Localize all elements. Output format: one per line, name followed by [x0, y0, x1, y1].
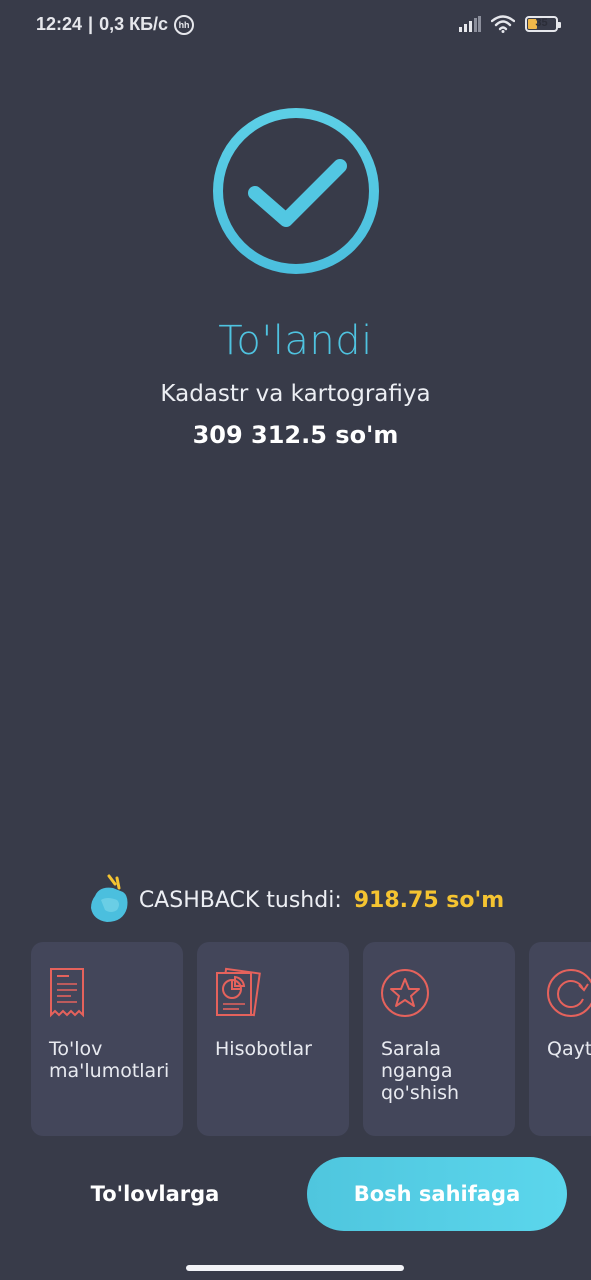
- reports-icon: [216, 967, 261, 1017]
- receipt-icon: [50, 968, 84, 1018]
- action-label-payment-details: To'lov ma'lumotlari: [49, 1038, 170, 1082]
- battery-level-text: 35: [535, 17, 548, 29]
- payment-status-title: To'landi: [218, 318, 373, 364]
- battery-cap: [558, 22, 561, 28]
- star-icon: [381, 969, 429, 1017]
- checkmark-circle-icon: [213, 108, 379, 274]
- status-network-speed: 0,3 КБ/с: [99, 14, 169, 34]
- merchant-name: Kadastr va kartografiya: [160, 381, 431, 407]
- status-left: 12:24 | 0,3 КБ/с hh: [36, 14, 195, 35]
- status-right: 35: [459, 15, 561, 33]
- action-card-reports[interactable]: Hisobotlar: [197, 942, 349, 1136]
- action-card-payment-details[interactable]: To'lov ma'lumotlari: [31, 942, 183, 1136]
- payment-success-screen: 12:24 | 0,3 КБ/с hh 35 To'landi Kadastr …: [0, 0, 591, 1280]
- wifi-icon: [491, 15, 515, 33]
- cashback-notice: CASHBACK tushdi: 918.75 so'm: [0, 872, 591, 928]
- cashback-value: 918.75 so'm: [353, 887, 505, 913]
- action-label-reports: Hisobotlar: [215, 1038, 312, 1060]
- signal-icon: [459, 16, 481, 32]
- status-time: 12:24: [36, 14, 83, 34]
- home-indicator[interactable]: [186, 1265, 404, 1271]
- action-label-repeat: Qayt: [547, 1038, 591, 1060]
- battery-icon: 35: [525, 16, 561, 32]
- action-label-add-favorite: Sarala nganga qo'shish: [381, 1038, 460, 1104]
- action-card-add-favorite[interactable]: Sarala nganga qo'shish: [363, 942, 515, 1136]
- cashback-wallet-icon: [90, 874, 128, 922]
- action-card-repeat[interactable]: Qayt: [529, 942, 591, 1136]
- payment-amount: 309 312.5 so'm: [192, 421, 399, 449]
- cashback-label: CASHBACK tushdi:: [138, 887, 342, 913]
- status-bar: 12:24 | 0,3 КБ/с hh 35: [0, 0, 591, 52]
- payments-button[interactable]: To'lovlarga: [40, 1157, 270, 1231]
- repeat-icon: [547, 969, 591, 1017]
- action-cards: To'lov ma'lumotlari Hisobotlar Sarala ng…: [31, 942, 591, 1136]
- status-separator: |: [88, 14, 94, 34]
- hh-icon: hh: [174, 14, 195, 35]
- home-page-button[interactable]: Bosh sahifaga: [307, 1157, 567, 1231]
